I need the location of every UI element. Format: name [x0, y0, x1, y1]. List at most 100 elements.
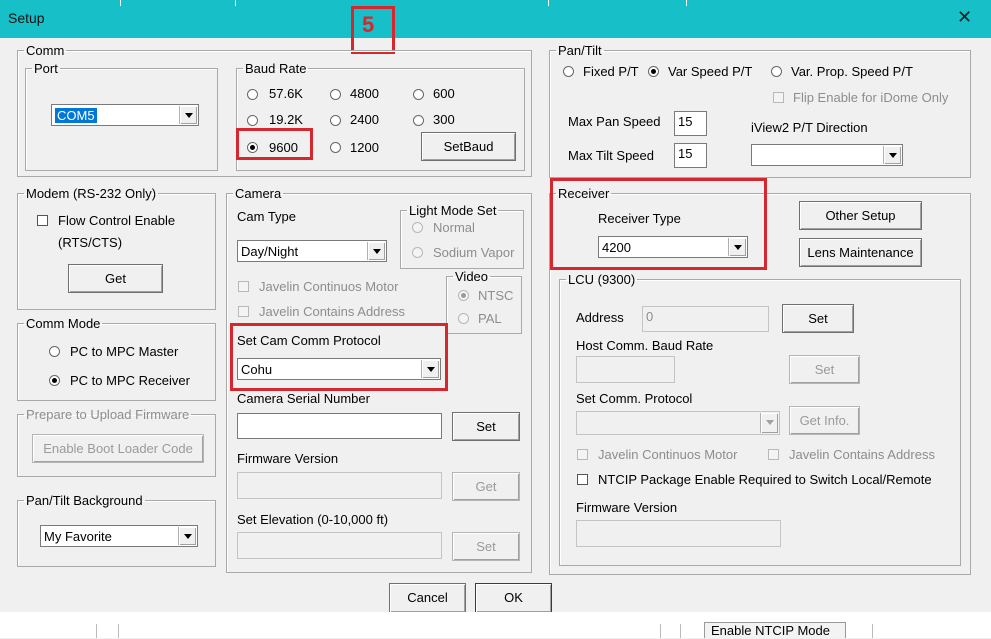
ok-button[interactable]: OK	[475, 583, 552, 613]
background-divider	[96, 624, 97, 638]
host-baud-field[interactable]	[576, 356, 675, 383]
lcu-javelin-address-checkbox[interactable]	[768, 449, 779, 460]
chevron-down-icon[interactable]	[179, 106, 197, 124]
serial-input[interactable]	[237, 413, 442, 439]
mode-receiver-radio[interactable]	[49, 375, 60, 386]
pt-background-legend: Pan/Tilt Background	[26, 493, 143, 508]
javelin-address-checkbox[interactable]	[238, 306, 249, 317]
pt-var-label: Var Speed P/T	[668, 64, 753, 79]
pt-fixed-radio[interactable]	[563, 66, 574, 77]
cam-type-select[interactable]: Day/Night	[237, 240, 387, 262]
background-divider	[120, 0, 121, 6]
elevation-set-button[interactable]: Set	[452, 532, 520, 561]
window-title: Setup	[8, 10, 45, 26]
light-sodium-radio[interactable]	[412, 247, 423, 258]
baud-label-1200: 1200	[350, 140, 379, 155]
video-pal-radio[interactable]	[458, 313, 469, 324]
modem-get-button[interactable]: Get	[68, 264, 163, 293]
serial-label: Camera Serial Number	[237, 391, 370, 406]
baud-label-300: 300	[433, 112, 455, 127]
setbaud-button[interactable]: SetBaud	[421, 132, 516, 161]
get-info-button[interactable]: Get Info.	[789, 406, 860, 435]
pt-background-select[interactable]: My Favorite	[40, 525, 198, 547]
lcu-protocol-label: Set Comm. Protocol	[576, 391, 693, 406]
light-sodium-label: Sodium Vapor	[433, 245, 515, 260]
direction-label: iView2 P/T Direction	[751, 120, 868, 135]
video-legend: Video	[455, 269, 489, 284]
annotation-number: 5	[362, 12, 375, 37]
annotation-box	[230, 323, 448, 391]
lcu-javelin-motor-checkbox[interactable]	[577, 449, 588, 460]
pan-tilt-legend: Pan/Tilt	[558, 43, 602, 58]
lcu-address-field[interactable]: 0	[642, 306, 769, 332]
baud-radio-57k[interactable]	[247, 89, 258, 100]
annotation-box	[236, 128, 313, 160]
video-ntsc-radio[interactable]	[458, 290, 469, 301]
background-ntcip-button: Enable NTCIP Mode	[704, 622, 846, 638]
comm-legend: Comm	[26, 43, 65, 58]
receiver-type-label: Receiver Type	[598, 211, 681, 226]
receiver-type-select[interactable]: 4200	[598, 236, 748, 258]
flow-control-checkbox[interactable]	[37, 215, 48, 226]
flow-control-label: Flow Control Enable	[58, 213, 176, 228]
close-icon[interactable]: ✕	[957, 7, 972, 28]
host-baud-set-button[interactable]: Set	[789, 355, 860, 384]
direction-select[interactable]	[751, 144, 903, 166]
baud-radio-600[interactable]	[413, 89, 424, 100]
chevron-down-icon[interactable]	[367, 242, 385, 260]
cam-firmware-label: Firmware Version	[237, 451, 339, 466]
video-ntsc-label: NTSC	[478, 288, 514, 303]
port-value: COM5	[55, 108, 97, 123]
pt-varprop-label: Var. Prop. Speed P/T	[791, 64, 913, 79]
firmware-upload-legend: Prepare to Upload Firmware	[26, 407, 190, 422]
elevation-field[interactable]	[237, 532, 442, 559]
javelin-motor-checkbox[interactable]	[238, 281, 249, 292]
max-tilt-input[interactable]: 15	[674, 143, 707, 168]
chevron-down-icon[interactable]	[883, 146, 901, 164]
chevron-down-icon[interactable]	[728, 238, 746, 256]
ntcip-checkbox[interactable]	[577, 474, 588, 485]
port-select[interactable]: COM5	[51, 104, 199, 126]
lcu-legend: LCU (9300)	[568, 272, 636, 287]
baud-radio-2400[interactable]	[330, 115, 341, 126]
baud-label-4800: 4800	[350, 86, 379, 101]
serial-set-button[interactable]: Set	[452, 412, 520, 441]
mode-master-radio[interactable]	[49, 346, 60, 357]
light-normal-radio[interactable]	[412, 222, 423, 233]
background-divider	[660, 624, 661, 638]
baud-radio-19k[interactable]	[247, 115, 258, 126]
max-tilt-label: Max Tilt Speed	[568, 148, 654, 163]
lcu-javelin-motor-label: Javelin Continuos Motor	[598, 447, 738, 462]
background-divider	[548, 0, 549, 6]
cam-type-value: Day/Night	[241, 244, 299, 259]
pt-var-radio[interactable]	[648, 66, 659, 77]
chevron-down-icon[interactable]	[178, 527, 196, 545]
enable-boot-loader-button[interactable]: Enable Boot Loader Code	[32, 434, 204, 463]
baud-label-600: 600	[433, 86, 455, 101]
light-normal-label: Normal	[433, 220, 475, 235]
baud-radio-1200[interactable]	[330, 142, 341, 153]
lcu-protocol-select[interactable]	[576, 411, 780, 435]
chevron-down-icon[interactable]	[760, 413, 778, 433]
receiver-type-value: 4200	[602, 240, 631, 255]
background-divider	[872, 624, 873, 638]
lens-maintenance-button[interactable]: Lens Maintenance	[799, 238, 922, 267]
cancel-button[interactable]: Cancel	[389, 583, 466, 613]
baud-radio-300[interactable]	[413, 115, 424, 126]
camera-legend: Camera	[235, 186, 282, 201]
mode-receiver-label: PC to MPC Receiver	[70, 373, 190, 388]
port-legend: Port	[34, 61, 58, 76]
video-pal-label: PAL	[478, 311, 502, 326]
max-pan-input[interactable]: 15	[674, 111, 707, 136]
flip-checkbox[interactable]	[773, 92, 784, 103]
max-pan-label: Max Pan Speed	[568, 114, 661, 129]
pt-varprop-radio[interactable]	[771, 66, 782, 77]
background-divider	[118, 624, 119, 638]
pt-background-value: My Favorite	[44, 529, 112, 544]
other-setup-button[interactable]: Other Setup	[799, 201, 922, 230]
lcu-address-set-button[interactable]: Set	[782, 304, 854, 333]
light-mode-legend: Light Mode Set	[409, 203, 497, 218]
cam-firmware-get-button[interactable]: Get	[452, 472, 520, 501]
baud-radio-4800[interactable]	[330, 89, 341, 100]
comm-mode-legend: Comm Mode	[26, 316, 101, 331]
